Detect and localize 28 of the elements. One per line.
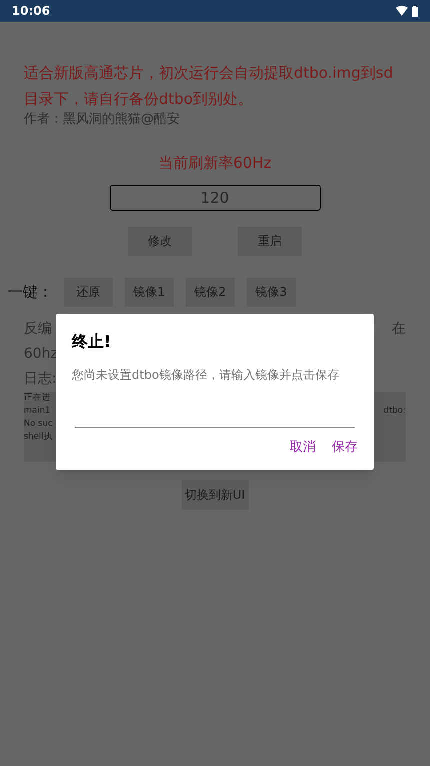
action-button[interactable]: 修改 — [128, 226, 192, 256]
hint-text: 在 — [392, 320, 406, 338]
dialog-message: 您尚未设置dtbo镜像路径，请输入镜像并点击保存 — [72, 367, 340, 384]
author-text: 作者：黑风洞的熊猫@酷安 — [24, 112, 181, 128]
one-key-button[interactable]: 还原 — [64, 278, 113, 306]
log-line: 正在进 — [24, 392, 52, 404]
switch-ui-button[interactable]: 切换到新UI — [182, 480, 248, 510]
one-key-button[interactable]: 镜像2 — [186, 278, 235, 306]
notice-text: 适合新版高通芯片，初次运行会自动提取dtbo.img到sd目录下，请自行备份dtbo到别处。 — [24, 63, 394, 110]
log-label: 日志: — [24, 370, 57, 386]
dialog-title: 终止! — [72, 331, 112, 353]
wifi-icon — [396, 6, 408, 16]
clock: 10:06 — [12, 3, 50, 20]
log-line: shell执 — [24, 430, 53, 444]
action-button[interactable]: 重启 — [238, 226, 302, 256]
one-key-button[interactable]: 镜像1 — [125, 278, 174, 306]
log-line: dtbo: — [384, 404, 406, 418]
dialog-button[interactable]: 取消 — [290, 438, 316, 458]
rate-input-field[interactable]: 120 — [110, 184, 320, 210]
battery-icon — [412, 6, 418, 16]
log-line: main1 — [24, 404, 52, 418]
log-line: No suc — [24, 418, 53, 430]
dialog-button[interactable]: 保存 — [332, 438, 358, 458]
hint-text: 反编 — [24, 320, 52, 338]
hint-text: 60hz — [24, 346, 58, 362]
refresh-rate-text: 当前刷新率60Hz — [158, 153, 272, 174]
one-key-button[interactable]: 镜像3 — [247, 278, 296, 306]
one-key-label: 一键： — [8, 282, 52, 303]
